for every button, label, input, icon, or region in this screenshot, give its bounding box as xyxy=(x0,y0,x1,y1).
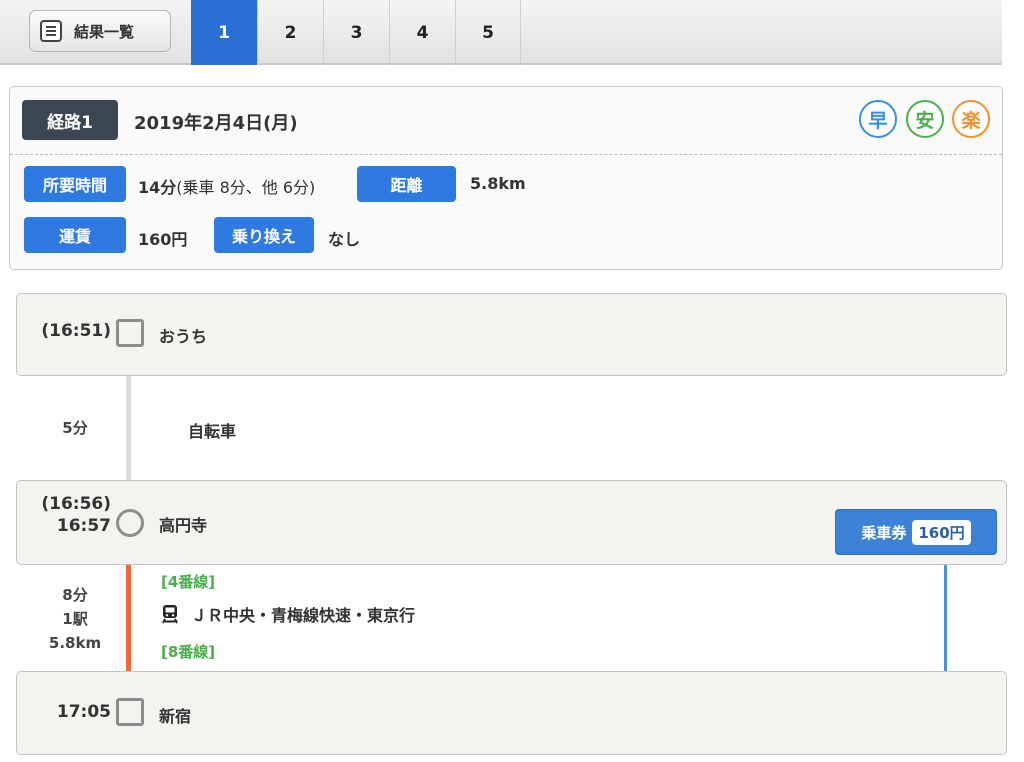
train-segment-line xyxy=(126,565,131,671)
stop-shinjuku[interactable]: 17:05 新宿 xyxy=(16,671,1007,755)
segment-stations: 1駅 xyxy=(62,610,88,628)
duration-value: 14分(乗車 8分、他 6分) xyxy=(138,174,315,198)
departure-track: [4番線] xyxy=(161,573,216,591)
arrival-time: 17:05 xyxy=(56,702,111,722)
train-name: ＪＲ中央・青梅線快速・東京行 xyxy=(191,606,416,625)
segment-duration: 5分 xyxy=(62,419,88,437)
bicycle-segment-line xyxy=(126,376,131,480)
stop-name: おうち xyxy=(159,327,208,346)
route-date: 2019年2月4日(月) xyxy=(134,113,298,134)
tab-route-5[interactable]: 5 xyxy=(455,0,521,65)
tab-route-1[interactable]: 1 xyxy=(191,0,257,65)
distance-tag: 距離 xyxy=(357,166,456,202)
segment-stats: 8分 1駅 5.8km xyxy=(40,583,110,655)
distance-value: 5.8km xyxy=(470,174,526,193)
segment-distance: 5.8km xyxy=(48,634,102,652)
fastest-badge: 早 xyxy=(859,100,897,138)
route-label: 経路1 xyxy=(22,100,118,140)
stop-name: 高円寺 xyxy=(159,516,208,535)
transfer-tag: 乗り換え xyxy=(214,217,314,253)
list-icon xyxy=(40,20,62,42)
segment-duration: 8分 xyxy=(62,586,88,604)
point-square-icon xyxy=(116,319,144,347)
summary-header: 経路1 2019年2月4日(月) 早 安 楽 xyxy=(10,87,1002,155)
departure-time: (16:51) xyxy=(41,321,111,341)
fare-range-line xyxy=(944,565,947,671)
fare-tag: 運賃 xyxy=(24,217,126,253)
cheapest-badge: 安 xyxy=(906,100,944,138)
stop-koenji[interactable]: (16:56) 16:57 高円寺 乗車券 160円 xyxy=(16,480,1007,565)
ticket-price: 160円 xyxy=(912,519,971,545)
results-list-label: 結果一覧 xyxy=(74,22,135,41)
duration-tag: 所要時間 xyxy=(24,166,126,202)
segment-mode: 自転車 xyxy=(188,422,237,441)
duration-detail: (乗車 8分、他 6分) xyxy=(176,178,316,197)
transfer-value: なし xyxy=(328,230,361,249)
ticket-label: 乗車券 xyxy=(861,523,907,542)
duration-total: 14分 xyxy=(138,178,177,197)
train-line[interactable]: ＪＲ中央・青梅線快速・東京行 xyxy=(161,602,415,626)
tab-route-2[interactable]: 2 xyxy=(257,0,323,65)
train-icon xyxy=(162,605,178,624)
arrival-track: [8番線] xyxy=(161,643,216,661)
station-circle-icon xyxy=(116,509,144,537)
ticket-fare-button[interactable]: 乗車券 160円 xyxy=(835,509,997,555)
easiest-badge: 楽 xyxy=(952,100,990,138)
tab-route-4[interactable]: 4 xyxy=(389,0,455,65)
arrival-time: (16:56) xyxy=(41,494,111,514)
route-tabs: 結果一覧 1 2 3 4 5 xyxy=(0,0,1002,65)
results-list-button[interactable]: 結果一覧 xyxy=(29,10,171,52)
departure-time: 16:57 xyxy=(56,516,111,536)
stop-name: 新宿 xyxy=(159,707,192,726)
point-square-icon xyxy=(116,698,144,726)
stop-origin[interactable]: (16:51) おうち xyxy=(16,293,1007,376)
tab-route-3[interactable]: 3 xyxy=(323,0,389,65)
route-summary: 経路1 2019年2月4日(月) 早 安 楽 所要時間 14分(乗車 8分、他 … xyxy=(9,86,1003,270)
fare-value: 160円 xyxy=(138,230,188,249)
